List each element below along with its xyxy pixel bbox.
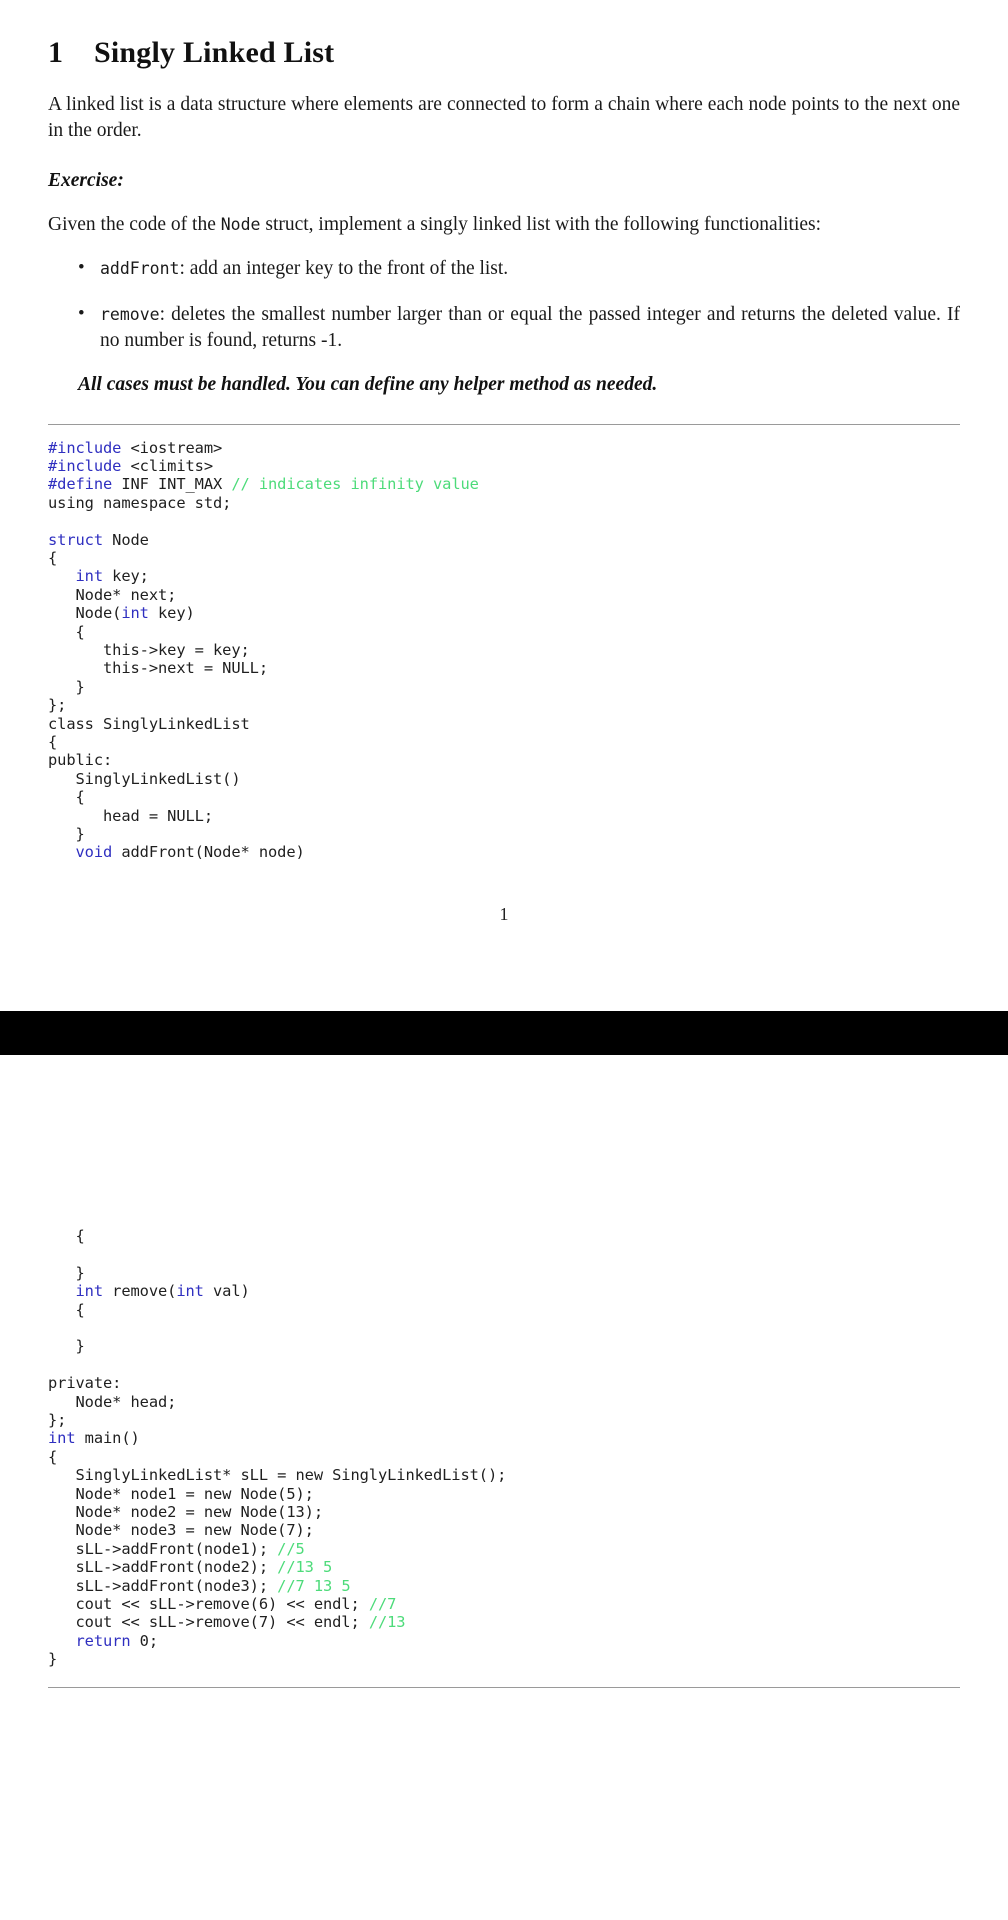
band-gap-bottom	[0, 1055, 1008, 1213]
bullet-text-0: : add an integer key to the front of the…	[179, 257, 509, 279]
handling-note: All cases must be handled. You can defin…	[78, 373, 658, 395]
exercise-label: Exercise:	[48, 169, 124, 191]
code-block-1: #include <iostream> #include <climits> #…	[48, 438, 479, 862]
exercise-prompt: Given the code of the Node struct, imple…	[48, 212, 960, 238]
code-block-2: { } int remove(int val) { } private: Nod…	[48, 1226, 507, 1669]
section-title: Singly Linked List	[94, 36, 335, 69]
page-content: 1 Singly Linked List A linked list is a d…	[0, 0, 1008, 925]
band-gap-top	[0, 925, 1008, 1011]
listing-rule-top	[48, 423, 960, 425]
page-content-lower: { } int remove(int val) { } private: Nod…	[0, 1227, 1008, 1688]
prompt-inline-code: Node	[220, 214, 261, 234]
list-item: addFront: add an integer key to the fron…	[78, 255, 960, 282]
intro-paragraph: A linked list is a data structure where …	[48, 94, 960, 141]
prompt-prefix: Given the code of the	[48, 213, 221, 235]
page-separator-band	[0, 1010, 1008, 1055]
bullet-code-0: addFront	[100, 258, 180, 278]
bullet-code-1: remove	[100, 304, 160, 324]
prompt-suffix: struct, implement a singly linked list w…	[260, 213, 822, 235]
page-title: 1 Singly Linked List	[48, 0, 960, 70]
tail-gap	[0, 1688, 1008, 1710]
document-page: 1 Singly Linked List A linked list is a d…	[0, 0, 1008, 1920]
code-listing-top: #include <iostream> #include <climits> #…	[48, 423, 960, 862]
section-number: 1	[48, 36, 64, 69]
page-number: 1	[499, 903, 509, 924]
bullet-text-1: : deletes the smallest number larger tha…	[100, 303, 960, 351]
list-item: remove: deletes the smallest number larg…	[78, 301, 960, 354]
functionality-list: addFront: add an integer key to the fron…	[48, 255, 960, 354]
